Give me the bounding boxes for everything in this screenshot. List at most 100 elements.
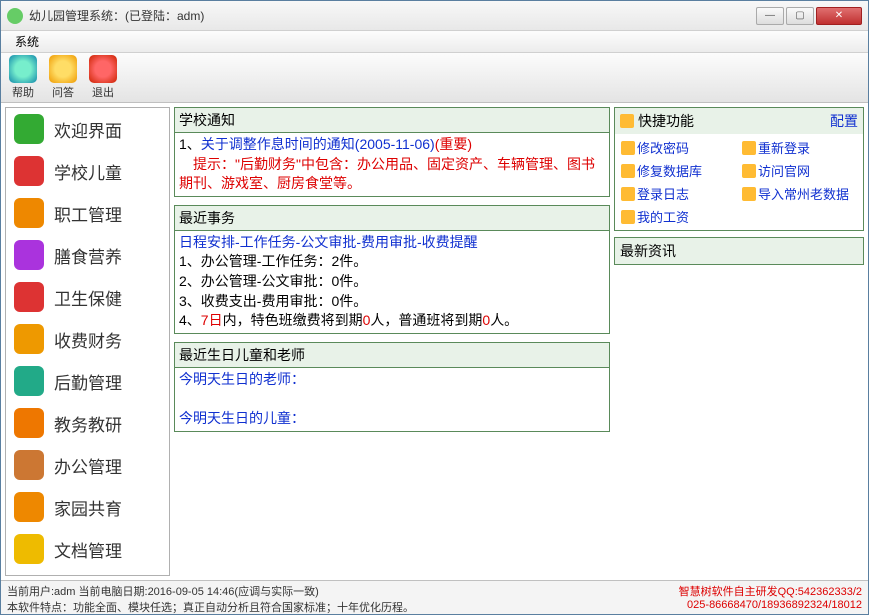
status-left-1: 当前用户:adm 当前电脑日期:2016-09-05 14:46(应调与实际一致… [7, 583, 414, 599]
link-icon [742, 187, 756, 201]
sidebar-item-3[interactable]: 膳食营养 [6, 234, 169, 276]
quick-config[interactable]: 配置 [830, 111, 858, 131]
close-button[interactable]: ✕ [816, 7, 862, 25]
sidebar-label: 职工管理 [54, 201, 122, 226]
sidebar-label: 后勤管理 [54, 369, 122, 394]
sidebar-label: 学校儿童 [54, 159, 122, 184]
recent-body: 日程安排-工作任务-公文审批-费用审批-收费提醒 1、办公管理-工作任务：2件。… [175, 231, 609, 333]
recent-line-2: 2、办公管理-公文审批：0件。 [179, 272, 605, 292]
sidebar-icon [14, 366, 44, 396]
notice-prefix: 1、 [179, 136, 201, 152]
quick-panel: 快捷功能 配置 修改密码 重新登录修复数据库 访问官网登录日志 导入常州老数据我的工资 [614, 107, 864, 231]
recent-panel: 最近事务 日程安排-工作任务-公文审批-费用审批-收费提醒 1、办公管理-工作任… [174, 205, 610, 334]
sidebar-icon [14, 450, 44, 480]
sidebar-label: 膳食营养 [54, 243, 122, 268]
link-label: 导入常州老数据 [758, 184, 849, 203]
menu-system[interactable]: 系统 [7, 31, 47, 52]
window-controls: — ▢ ✕ [756, 7, 862, 25]
quick-title: 快捷功能 [638, 111, 694, 131]
quick-link-2[interactable]: 修复数据库 [621, 161, 736, 180]
sidebar-item-4[interactable]: 卫生保健 [6, 276, 169, 318]
sidebar-item-10[interactable]: 文档管理 [6, 528, 169, 570]
status-left-2: 本软件特点：功能全面、模块任选；真正自动分析且符合国家标准；十年优化历程。 [7, 599, 414, 615]
sidebar-icon [14, 198, 44, 228]
exit-label: 退出 [92, 84, 114, 100]
link-icon [742, 141, 756, 155]
sidebar-label: 卫生保健 [54, 285, 122, 310]
quick-link-3[interactable]: 访问官网 [742, 161, 857, 180]
window-title: 幼儿园管理系统：(已登陆：adm) [29, 7, 756, 24]
news-title: 最新资讯 [615, 238, 863, 264]
sidebar-item-5[interactable]: 收费财务 [6, 318, 169, 360]
sidebar: 欢迎界面学校儿童职工管理膳食营养卫生保健收费财务后勤管理教务教研办公管理家园共育… [5, 107, 170, 576]
quick-link-5[interactable]: 导入常州老数据 [742, 184, 857, 203]
help-button[interactable]: 帮助 [9, 55, 37, 100]
status-right-1: 智慧树软件自主研发QQ:542362333/2 [679, 583, 862, 599]
qa-button[interactable]: 问答 [49, 55, 77, 100]
qa-label: 问答 [52, 84, 74, 100]
sidebar-label: 办公管理 [54, 453, 122, 478]
quick-link-4[interactable]: 登录日志 [621, 184, 736, 203]
sidebar-icon [14, 240, 44, 270]
status-left: 当前用户:adm 当前电脑日期:2016-09-05 14:46(应调与实际一致… [7, 583, 414, 612]
exit-icon [89, 55, 117, 83]
body: 欢迎界面学校儿童职工管理膳食营养卫生保健收费财务后勤管理教务教研办公管理家园共育… [1, 103, 868, 580]
recent-head[interactable]: 日程安排-工作任务-公文审批-费用审批-收费提醒 [179, 233, 605, 253]
quick-icon [620, 114, 634, 128]
sidebar-icon [14, 324, 44, 354]
recent-line-3: 3、收费支出-费用审批：0件。 [179, 292, 605, 312]
status-right: 智慧树软件自主研发QQ:542362333/2 025-86668470/189… [679, 583, 862, 612]
app-window: 幼儿园管理系统：(已登陆：adm) — ▢ ✕ 系统 帮助 问答 退出 欢迎界面… [0, 0, 869, 615]
sidebar-item-7[interactable]: 教务教研 [6, 402, 169, 444]
sidebar-icon [14, 156, 44, 186]
birthday-teacher: 今明天生日的老师： [179, 370, 605, 390]
sidebar-icon [14, 408, 44, 438]
recent-line-1: 1、办公管理-工作任务：2件。 [179, 252, 605, 272]
quick-link-1[interactable]: 重新登录 [742, 138, 857, 157]
link-label: 登录日志 [637, 184, 689, 203]
sidebar-item-1[interactable]: 学校儿童 [6, 150, 169, 192]
titlebar: 幼儿园管理系统：(已登陆：adm) — ▢ ✕ [1, 1, 868, 31]
notice-link[interactable]: 关于调整作息时间的通知(2005-11-06) [201, 136, 435, 152]
help-label: 帮助 [12, 84, 34, 100]
birthday-title: 最近生日儿童和老师 [175, 343, 609, 368]
quick-link-6[interactable]: 我的工资 [621, 207, 736, 226]
sidebar-icon [14, 492, 44, 522]
sidebar-item-8[interactable]: 办公管理 [6, 444, 169, 486]
sidebar-item-6[interactable]: 后勤管理 [6, 360, 169, 402]
link-label: 重新登录 [758, 138, 810, 157]
link-icon [742, 164, 756, 178]
sidebar-icon [14, 114, 44, 144]
sidebar-item-2[interactable]: 职工管理 [6, 192, 169, 234]
link-label: 修复数据库 [637, 161, 702, 180]
notice-tip: 提示："后勤财务"中包含：办公用品、固定资产、车辆管理、图书期刊、游戏室、厨房食… [179, 155, 605, 194]
sidebar-label: 教务教研 [54, 411, 122, 436]
notice-title: 学校通知 [175, 108, 609, 133]
sidebar-item-0[interactable]: 欢迎界面 [6, 108, 169, 150]
notice-body: 1、关于调整作息时间的通知(2005-11-06)(重要) 提示："后勤财务"中… [175, 133, 609, 196]
toolbar: 帮助 问答 退出 [1, 53, 868, 103]
link-label: 访问官网 [758, 161, 810, 180]
quick-body: 修改密码 重新登录修复数据库 访问官网登录日志 导入常州老数据我的工资 [615, 134, 863, 230]
notice-panel: 学校通知 1、关于调整作息时间的通知(2005-11-06)(重要) 提示："后… [174, 107, 610, 197]
help-icon [9, 55, 37, 83]
sidebar-label: 欢迎界面 [54, 117, 122, 142]
sidebar-label: 家园共育 [54, 495, 122, 520]
center-column: 学校通知 1、关于调整作息时间的通知(2005-11-06)(重要) 提示："后… [174, 107, 610, 576]
maximize-button[interactable]: ▢ [786, 7, 814, 25]
sidebar-label: 收费财务 [54, 327, 122, 352]
birthday-panel: 最近生日儿童和老师 今明天生日的老师： 今明天生日的儿童： [174, 342, 610, 432]
qa-icon [49, 55, 77, 83]
minimize-button[interactable]: — [756, 7, 784, 25]
link-icon [621, 210, 635, 224]
sidebar-icon [14, 534, 44, 564]
notice-important: (重要) [435, 136, 472, 152]
statusbar: 当前用户:adm 当前电脑日期:2016-09-05 14:46(应调与实际一致… [1, 580, 868, 614]
link-icon [621, 141, 635, 155]
exit-button[interactable]: 退出 [89, 55, 117, 100]
sidebar-item-9[interactable]: 家园共育 [6, 486, 169, 528]
sidebar-label: 文档管理 [54, 537, 122, 562]
birthday-child: 今明天生日的儿童： [179, 409, 605, 429]
quick-link-0[interactable]: 修改密码 [621, 138, 736, 157]
status-right-2: 025-86668470/18936892324/18012 [679, 599, 862, 611]
